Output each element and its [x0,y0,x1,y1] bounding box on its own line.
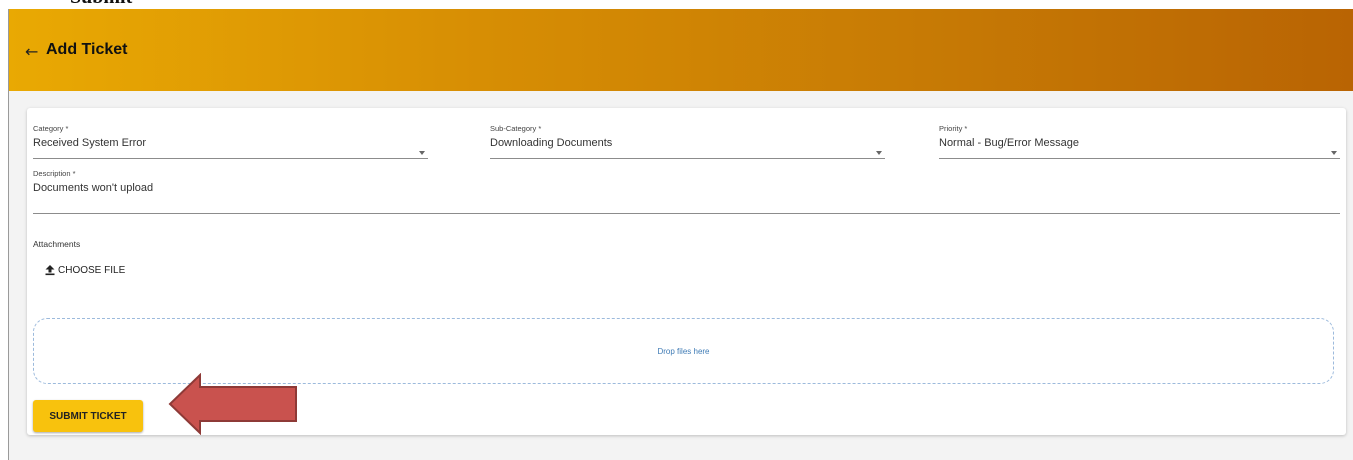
subcategory-underline [490,158,885,159]
priority-select[interactable]: Priority * Normal - Bug/Error Message [939,124,1340,159]
description-label: Description * [33,169,76,178]
arrow-left-icon[interactable]: ← [25,42,39,61]
description-underline [33,213,1340,214]
subcategory-value: Downloading Documents [490,137,613,149]
submit-ticket-button[interactable]: SUBMIT TICKET [33,400,143,432]
choose-file-button[interactable]: CHOOSE FILE [44,264,125,276]
chevron-down-icon[interactable] [876,151,882,155]
page-title: Add Ticket [46,41,128,58]
cropped-heading: Submit [70,0,132,9]
upload-icon [45,265,55,276]
priority-value: Normal - Bug/Error Message [939,137,1079,149]
chevron-down-icon[interactable] [419,151,425,155]
dropzone-text: Drop files here [657,346,710,356]
attachments-label: Attachments [33,239,81,249]
description-input[interactable]: Description * Documents won't upload [33,169,1340,214]
description-value: Documents won't upload [33,182,154,194]
app-header: ← Add Ticket [9,9,1353,91]
category-value: Received System Error [33,137,147,149]
subcategory-label: Sub-Category * [490,124,542,133]
chevron-down-icon[interactable] [1331,151,1337,155]
category-label: Category * [33,124,69,133]
category-underline [33,158,428,159]
category-select[interactable]: Category * Received System Error [33,124,428,159]
priority-label: Priority * [939,124,968,133]
subcategory-select[interactable]: Sub-Category * Downloading Documents [490,124,885,159]
red-arrow-icon [168,373,297,435]
choose-file-label: CHOOSE FILE [58,264,126,276]
priority-underline [939,158,1340,159]
